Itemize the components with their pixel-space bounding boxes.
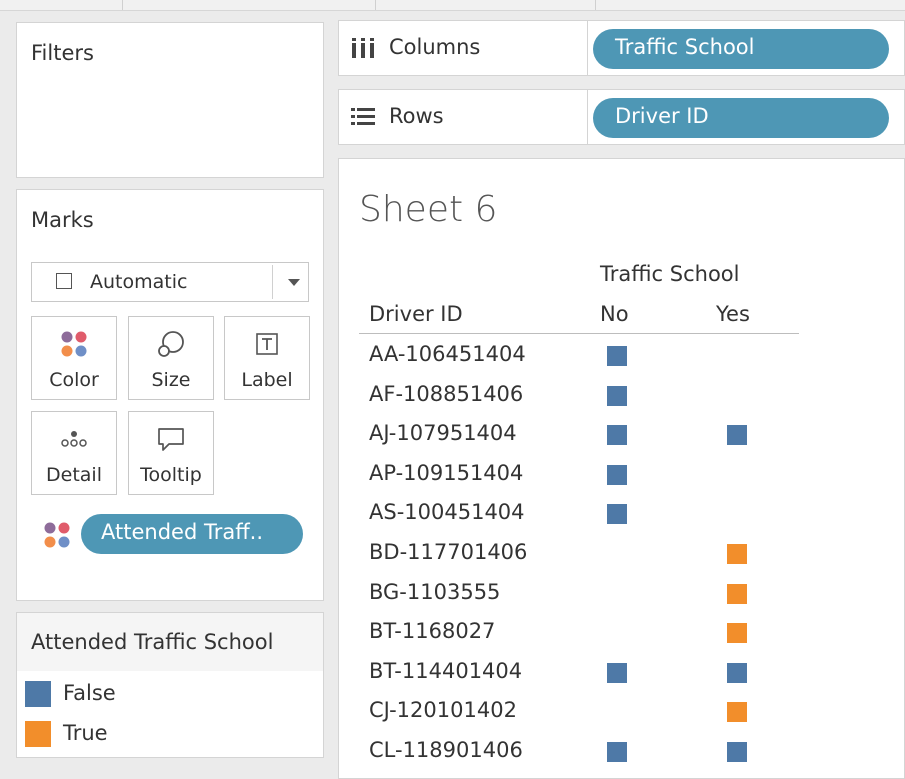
header-divider bbox=[359, 333, 799, 334]
driver-id-pill[interactable]: Driver ID bbox=[593, 98, 889, 138]
tooltip-icon bbox=[129, 424, 213, 454]
driver-id-label[interactable]: BT-1168027 bbox=[369, 619, 495, 643]
columns-label: Columns bbox=[389, 35, 481, 59]
label-icon bbox=[225, 329, 309, 359]
square-mark-yes[interactable] bbox=[727, 544, 747, 564]
filters-card[interactable]: Filters bbox=[16, 22, 324, 178]
toolbar-divider bbox=[122, 0, 123, 10]
driver-id-label[interactable]: BG-1103555 bbox=[369, 580, 500, 604]
driver-id-label[interactable]: AF-108851406 bbox=[369, 382, 523, 406]
square-mark-no[interactable] bbox=[607, 425, 627, 445]
rows-label: Rows bbox=[389, 104, 444, 128]
column-group-header: Traffic School bbox=[600, 262, 740, 286]
dropdown-separator bbox=[272, 265, 273, 299]
columns-icon bbox=[351, 38, 375, 62]
legend-label: False bbox=[63, 681, 116, 705]
attended-traffic-school-pill[interactable]: Attended Traff.. bbox=[81, 514, 303, 554]
marks-card: Marks Automatic Color Size Label Detail … bbox=[16, 189, 324, 601]
detail-button[interactable]: Detail bbox=[31, 411, 117, 495]
driver-id-label[interactable]: AJ-107951404 bbox=[369, 421, 517, 445]
driver-id-label[interactable]: BT-114401404 bbox=[369, 659, 522, 683]
color-button-label: Color bbox=[49, 369, 99, 391]
driver-id-label[interactable]: CL-118901406 bbox=[369, 738, 523, 762]
mark-type-value: Automatic bbox=[90, 271, 188, 293]
shelf-divider bbox=[587, 21, 588, 75]
label-button-label: Label bbox=[241, 369, 293, 391]
sheet-title: Sheet 6 bbox=[359, 189, 498, 230]
shelf-divider bbox=[587, 90, 588, 144]
column-header-no[interactable]: No bbox=[600, 302, 629, 326]
legend-label: True bbox=[63, 721, 108, 745]
filters-title: Filters bbox=[31, 41, 94, 65]
driver-id-label[interactable]: AP-109151404 bbox=[369, 461, 523, 485]
driver-id-label[interactable]: AS-100451404 bbox=[369, 500, 525, 524]
driver-id-label[interactable]: CJ-120101402 bbox=[369, 698, 517, 722]
sheet-view[interactable]: Sheet 6 Traffic School Driver ID No Yes … bbox=[338, 158, 905, 779]
detail-icon bbox=[32, 424, 116, 454]
rows-icon bbox=[351, 107, 375, 131]
square-mark-yes[interactable] bbox=[727, 742, 747, 762]
detail-button-label: Detail bbox=[46, 464, 102, 486]
rows-shelf[interactable]: Rows Driver ID bbox=[338, 89, 905, 145]
tooltip-button-label: Tooltip bbox=[140, 464, 202, 486]
column-header-yes[interactable]: Yes bbox=[716, 302, 750, 326]
row-field-header[interactable]: Driver ID bbox=[369, 302, 463, 326]
legend-swatch bbox=[25, 681, 51, 707]
square-mark-no[interactable] bbox=[607, 386, 627, 406]
size-button-label: Size bbox=[151, 369, 191, 391]
label-button[interactable]: Label bbox=[224, 316, 310, 400]
tooltip-button[interactable]: Tooltip bbox=[128, 411, 214, 495]
chevron-down-icon[interactable] bbox=[288, 279, 300, 286]
legend-swatch bbox=[25, 721, 51, 747]
square-mark-no[interactable] bbox=[607, 663, 627, 683]
traffic-school-pill[interactable]: Traffic School bbox=[593, 29, 889, 69]
square-mark-yes[interactable] bbox=[727, 702, 747, 722]
square-mark-no[interactable] bbox=[607, 742, 627, 762]
mark-type-dropdown[interactable]: Automatic bbox=[31, 262, 309, 302]
columns-shelf[interactable]: Columns Traffic School bbox=[338, 20, 905, 76]
square-mark-icon bbox=[56, 273, 72, 289]
marks-title: Marks bbox=[31, 208, 94, 232]
toolbar-divider bbox=[595, 0, 596, 10]
driver-id-label[interactable]: AA-106451404 bbox=[369, 342, 526, 366]
square-mark-no[interactable] bbox=[607, 346, 627, 366]
square-mark-no[interactable] bbox=[607, 465, 627, 485]
size-icon bbox=[129, 329, 213, 359]
square-mark-no[interactable] bbox=[607, 504, 627, 524]
color-dots-icon bbox=[32, 329, 116, 359]
legend-header: Attended Traffic School bbox=[17, 613, 323, 671]
color-button[interactable]: Color bbox=[31, 316, 117, 400]
toolbar-divider bbox=[375, 0, 376, 10]
color-legend-card: Attended Traffic School False True bbox=[16, 612, 324, 758]
driver-id-label[interactable]: BD-117701406 bbox=[369, 540, 527, 564]
color-dots-icon bbox=[42, 520, 74, 552]
square-mark-yes[interactable] bbox=[727, 663, 747, 683]
square-mark-yes[interactable] bbox=[727, 623, 747, 643]
square-mark-yes[interactable] bbox=[727, 425, 747, 445]
legend-title: Attended Traffic School bbox=[31, 630, 274, 654]
size-button[interactable]: Size bbox=[128, 316, 214, 400]
top-toolbar-strip bbox=[0, 0, 905, 11]
square-mark-yes[interactable] bbox=[727, 584, 747, 604]
